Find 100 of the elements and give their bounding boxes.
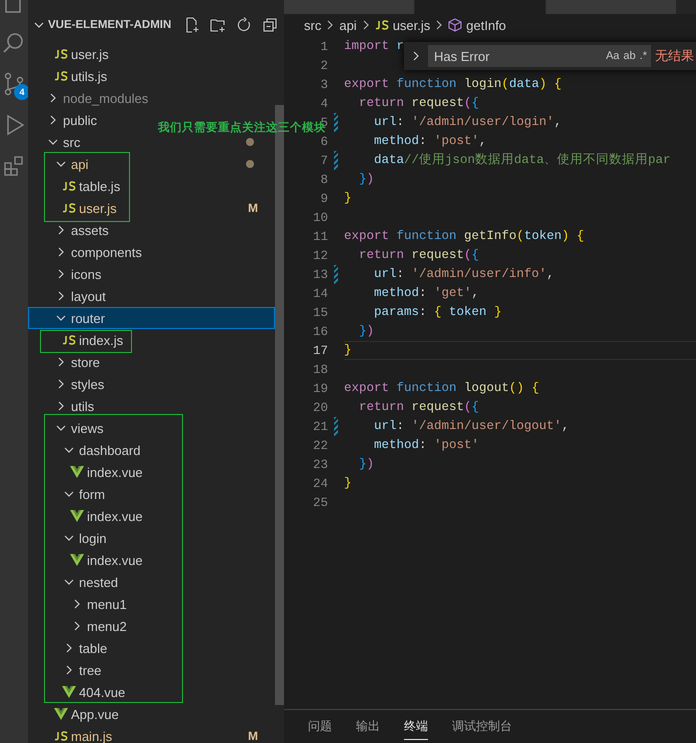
folder-name[interactable]: styles <box>71 376 104 392</box>
line-number: 20 <box>312 400 328 414</box>
chevron-right-icon <box>434 20 444 30</box>
line-number: 17 <box>312 344 328 358</box>
line-number: 9 <box>320 192 328 206</box>
code-line: url: '/admin/user/logout', <box>373 418 570 435</box>
vue-file-icon <box>54 708 68 720</box>
search-icon[interactable] <box>2 31 26 55</box>
folder-name[interactable]: dashboard <box>79 442 140 458</box>
js-file-icon <box>54 71 68 81</box>
code-line: return request({ <box>358 399 480 416</box>
code-line: method: 'post', <box>373 133 488 150</box>
folder-name[interactable]: menu2 <box>87 618 127 634</box>
code-line: } <box>344 341 696 360</box>
folder-name[interactable]: nested <box>79 574 118 590</box>
file-name[interactable]: utils.js <box>71 68 108 84</box>
new-folder-icon[interactable] <box>210 17 226 33</box>
folder-name[interactable]: form <box>79 486 105 502</box>
code-line: method: 'post' <box>373 437 480 454</box>
panel-tab[interactable]: 输出 <box>356 714 380 740</box>
folder-name[interactable]: node_modules <box>63 90 148 106</box>
line-number: 13 <box>312 268 328 282</box>
folder-name[interactable]: table <box>79 640 108 656</box>
panel-tab[interactable]: 问题 <box>308 714 332 740</box>
folder-name[interactable]: views <box>71 420 104 436</box>
line-number: 15 <box>312 306 328 320</box>
folder-name[interactable]: icons <box>71 266 102 282</box>
line-number: 1 <box>320 40 328 54</box>
js-file-icon <box>62 203 76 213</box>
folder-name[interactable]: components <box>71 244 142 260</box>
file-name[interactable]: user.js <box>71 46 109 62</box>
code-line: } <box>344 190 353 207</box>
js-file-icon <box>62 181 76 191</box>
line-number: 12 <box>312 248 328 262</box>
line-number: 14 <box>312 286 328 300</box>
folder-name[interactable]: utils <box>71 398 94 414</box>
code-line: } <box>344 475 353 492</box>
new-file-icon[interactable] <box>184 17 200 33</box>
js-file-icon <box>374 20 389 30</box>
folder-name[interactable]: tree <box>79 662 102 678</box>
find-option-toggle[interactable]: Aa <box>606 50 620 62</box>
folder-name[interactable]: assets <box>71 222 109 238</box>
folder-name[interactable]: router <box>71 310 105 326</box>
code-line: url: '/admin/user/login', <box>373 114 563 131</box>
code-line: }) <box>358 456 376 473</box>
file-name[interactable]: index.js <box>79 332 124 348</box>
code-line: export function logout() { <box>344 380 540 397</box>
panel-tab[interactable]: 调试控制台 <box>452 714 512 740</box>
folder-name[interactable]: login <box>79 530 106 546</box>
line-number: 21 <box>312 420 328 434</box>
line-number: 3 <box>320 78 328 92</box>
vue-file-icon <box>70 466 84 478</box>
folder-name[interactable]: store <box>71 354 100 370</box>
breadcrumb-item[interactable]: user.js <box>392 18 430 32</box>
line-number: 23 <box>312 458 328 472</box>
panel-tab[interactable]: 终端 <box>404 714 428 740</box>
code-line: url: '/admin/user/info', <box>373 266 556 283</box>
breadcrumb-item[interactable]: getInfo <box>466 18 506 32</box>
folder-name[interactable]: api <box>71 156 88 172</box>
folder-name[interactable]: menu1 <box>87 596 127 612</box>
line-number: 25 <box>312 496 328 510</box>
line-number: 6 <box>320 134 328 148</box>
folder-name[interactable]: layout <box>71 288 106 304</box>
code-line: export function login(data) { <box>344 76 563 93</box>
selected-tree-row[interactable]: router <box>28 307 275 329</box>
code-line: }) <box>358 171 376 188</box>
folder-name[interactable]: public <box>63 112 97 128</box>
line-number: 8 <box>320 172 328 186</box>
file-name[interactable]: 404.vue <box>79 684 126 700</box>
file-name[interactable]: user.js <box>79 200 117 216</box>
file-name[interactable]: index.vue <box>87 552 143 568</box>
breadcrumb-item[interactable]: api <box>339 18 357 32</box>
breadcrumb-item[interactable]: src <box>304 18 322 32</box>
line-number: 11 <box>312 230 328 244</box>
file-name[interactable]: main.js <box>71 728 112 743</box>
code-line: return request({ <box>358 95 480 112</box>
vue-file-icon <box>70 554 84 566</box>
line-number: 19 <box>312 382 328 396</box>
chevron-right-icon <box>325 20 336 30</box>
folder-name[interactable]: src <box>63 134 80 150</box>
line-number: 4 <box>320 96 328 110</box>
file-name[interactable]: index.vue <box>87 508 143 524</box>
file-name[interactable]: App.vue <box>71 706 119 722</box>
collapse-all-icon[interactable] <box>262 17 278 33</box>
file-name[interactable]: index.vue <box>87 464 143 480</box>
js-file-icon <box>54 731 68 741</box>
find-input-field[interactable]: Has Error Aa ab .* <box>428 45 651 67</box>
js-file-icon <box>54 49 68 59</box>
js-file-icon <box>62 335 76 345</box>
code-line: data//使用json数据用data、使用不同数据用par <box>373 152 672 169</box>
code-line: method: 'get', <box>373 285 480 302</box>
refresh-icon[interactable] <box>236 17 252 33</box>
file-name[interactable]: table.js <box>79 178 120 194</box>
find-option-toggle[interactable]: .* <box>640 50 647 62</box>
chevron-right-icon <box>360 20 371 30</box>
chevron-down-icon <box>34 20 44 30</box>
find-option-toggle[interactable]: ab <box>623 50 636 62</box>
line-number: 16 <box>312 324 328 338</box>
find-result-text: 无结果 <box>655 47 694 65</box>
line-number: 24 <box>312 476 328 490</box>
